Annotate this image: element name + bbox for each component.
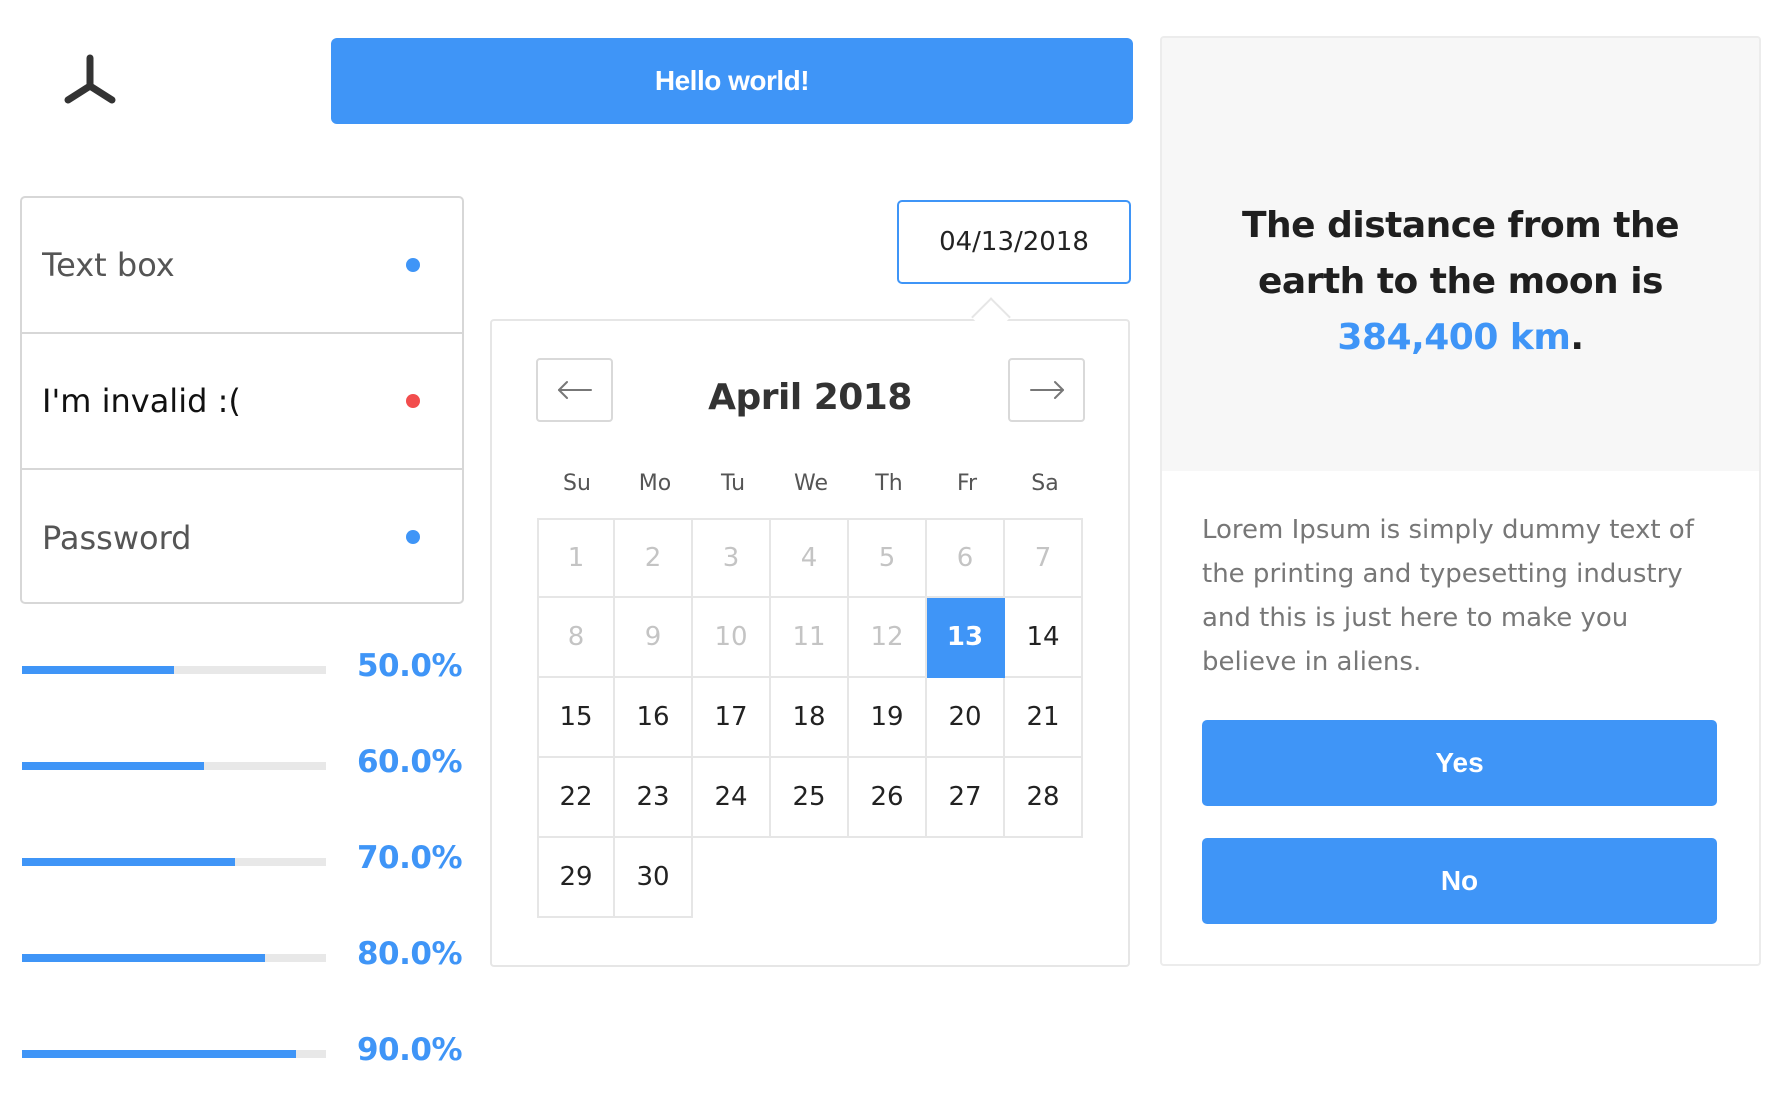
text-box-input[interactable]: [22, 198, 462, 332]
calendar-day[interactable]: 9: [615, 598, 693, 678]
progress-fill: [22, 666, 174, 674]
calendar-day[interactable]: 2: [615, 518, 693, 598]
calendar-popup: April 2018 Su Mo Tu We Th Fr Sa 12345678…: [490, 319, 1130, 967]
text-box-field: [22, 198, 462, 334]
progress-fill: [22, 954, 266, 962]
error-status-dot: [406, 394, 420, 408]
weekday-label: We: [794, 471, 828, 496]
progress-row: 70.0%: [22, 840, 463, 884]
progress-row: 90.0%: [22, 1032, 463, 1076]
card-headline: The distance from the earth to the moon …: [1192, 198, 1729, 366]
progress-fill: [22, 1050, 296, 1058]
password-input[interactable]: [22, 470, 462, 606]
card-body-text: Lorem Ipsum is simply dummy text of the …: [1202, 515, 1694, 677]
progress-percent: 60.0%: [356, 744, 463, 780]
invalid-field: [22, 334, 462, 470]
progress-track: [22, 858, 326, 866]
calendar-day[interactable]: 5: [849, 518, 927, 598]
progress-percent: 80.0%: [356, 936, 463, 972]
progress-row: 80.0%: [22, 936, 463, 980]
input-form: [20, 196, 464, 606]
calendar-day[interactable]: 15: [537, 678, 615, 758]
calendar-day[interactable]: 22: [537, 758, 615, 838]
weekday-label: Th: [875, 471, 903, 496]
status-dot: [406, 530, 420, 544]
calendar-day-selected[interactable]: 13: [927, 598, 1005, 678]
next-month-button[interactable]: [1008, 358, 1085, 422]
calendar-day[interactable]: 7: [1005, 518, 1083, 598]
weekday-label: Sa: [1031, 471, 1059, 496]
progress-track: [22, 762, 326, 770]
progress-track: [22, 1050, 326, 1058]
headline-text: The distance from the earth to the moon …: [1241, 205, 1680, 302]
calendar-day[interactable]: 4: [771, 518, 849, 598]
weekday-header: Su Mo Tu We Th Fr Sa: [538, 471, 1084, 496]
no-button[interactable]: No: [1202, 838, 1717, 924]
progress-row: 60.0%: [22, 744, 463, 788]
weekday-label: Su: [563, 471, 591, 496]
day-grid: 1 2 3 4 5 6 7 8 9 10 11 12 13 14 15 16 17 18 19 20 21 22 23 24 2…: [537, 518, 1086, 918]
calendar-day[interactable]: 10: [693, 598, 771, 678]
calendar-day[interactable]: 8: [537, 598, 615, 678]
calendar-day[interactable]: 27: [927, 758, 1005, 838]
hello-world-button[interactable]: Hello world!: [331, 38, 1133, 124]
progress-row: 50.0%: [22, 648, 463, 692]
calendar-day[interactable]: 24: [693, 758, 771, 838]
calendar-day[interactable]: 11: [771, 598, 849, 678]
progress-fill: [22, 858, 235, 866]
invalid-input[interactable]: [22, 334, 462, 468]
arrow-right-icon: [1029, 381, 1064, 399]
calendar-day[interactable]: 19: [849, 678, 927, 758]
weekday-label: Mo: [638, 471, 672, 496]
password-field: [22, 470, 462, 606]
yes-button[interactable]: Yes: [1202, 720, 1717, 806]
calendar-day[interactable]: 14: [1005, 598, 1083, 678]
calendar-day[interactable]: 3: [693, 518, 771, 598]
progress-percent: 90.0%: [356, 1032, 463, 1068]
calendar-day[interactable]: 21: [1005, 678, 1083, 758]
date-input[interactable]: 04/13/2018: [897, 200, 1131, 284]
status-dot: [406, 258, 420, 272]
progress-fill: [22, 762, 205, 770]
calendar-day[interactable]: 6: [927, 518, 1005, 598]
calendar-day[interactable]: 18: [771, 678, 849, 758]
tri-spoke-logo-icon: [60, 50, 120, 110]
progress-track: [22, 666, 326, 674]
calendar-day[interactable]: 16: [615, 678, 693, 758]
calendar-day[interactable]: 30: [615, 838, 693, 918]
calendar-day[interactable]: 26: [849, 758, 927, 838]
calendar-day[interactable]: 17: [693, 678, 771, 758]
progress-percent: 50.0%: [356, 648, 463, 684]
weekday-label: Tu: [720, 471, 746, 496]
calendar-day[interactable]: 25: [771, 758, 849, 838]
progress-track: [22, 954, 326, 962]
calendar-day[interactable]: 28: [1005, 758, 1083, 838]
headline-highlight: 384,400 km: [1337, 317, 1571, 358]
info-card: The distance from the earth to the moon …: [1160, 36, 1761, 966]
calendar-day[interactable]: 20: [927, 678, 1005, 758]
calendar-day[interactable]: 23: [615, 758, 693, 838]
calendar-day[interactable]: 12: [849, 598, 927, 678]
calendar-day[interactable]: 29: [537, 838, 615, 918]
headline-suffix: .: [1570, 317, 1584, 358]
progress-percent: 70.0%: [356, 840, 463, 876]
weekday-label: Fr: [956, 471, 978, 496]
calendar-day[interactable]: 1: [537, 518, 615, 598]
